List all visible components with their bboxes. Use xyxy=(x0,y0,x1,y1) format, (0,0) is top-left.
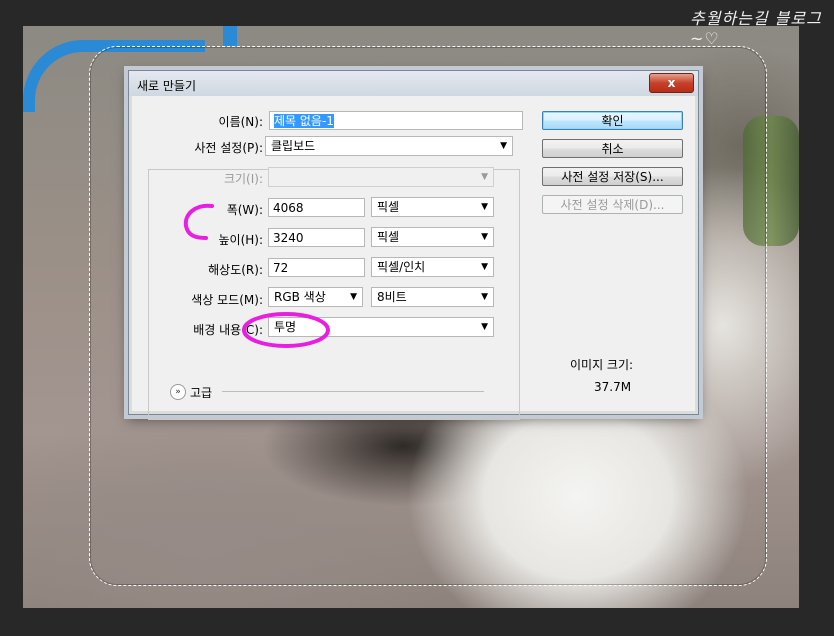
magenta-bracket-annotation xyxy=(183,203,214,240)
annotation-overlay xyxy=(183,203,330,348)
magenta-circle-annotation xyxy=(242,312,330,348)
